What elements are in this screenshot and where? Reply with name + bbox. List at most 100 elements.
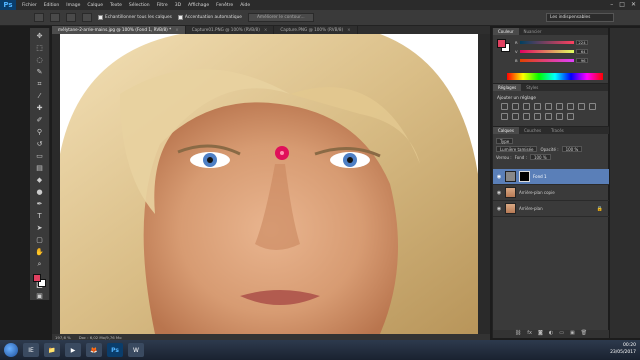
red-slider[interactable]: R 224 <box>515 39 605 45</box>
new-group-icon[interactable]: ▭ <box>559 330 564 338</box>
foreground-color-swatch[interactable] <box>497 39 506 48</box>
color-balance-icon[interactable] <box>567 103 574 110</box>
lasso-tool-icon[interactable]: ◌ <box>35 56 45 64</box>
menu-layer[interactable]: Calque <box>87 3 103 8</box>
menu-file[interactable]: Fichier <box>22 3 37 8</box>
tab-channels[interactable]: Couches <box>519 127 546 134</box>
tab-document-2[interactable]: Capture01.PNG @ 100% (RVB/8) × <box>186 26 275 34</box>
close-tab-icon[interactable]: × <box>264 27 268 32</box>
zoom-level[interactable]: 197,6 % <box>55 335 71 340</box>
posterize-icon[interactable] <box>534 113 541 120</box>
type-tool-icon[interactable]: T <box>35 212 45 220</box>
slider-track[interactable] <box>519 58 574 62</box>
minimize-icon[interactable]: – <box>610 1 613 8</box>
slider-track[interactable] <box>519 49 574 53</box>
new-adjustment-icon[interactable]: ◐ <box>549 330 553 338</box>
levels-icon[interactable] <box>512 103 519 110</box>
vibrance-icon[interactable] <box>545 103 552 110</box>
selective-color-icon[interactable] <box>567 113 574 120</box>
menu-select[interactable]: Sélection <box>129 3 150 8</box>
move-tool-icon[interactable]: ✥ <box>35 32 45 40</box>
taskbar-app-explorer[interactable]: 📁 <box>44 343 60 357</box>
canvas-area[interactable] <box>52 34 490 334</box>
layer-row[interactable]: ◉ Arrière-plan copie <box>493 185 609 201</box>
sample-all-layers-checkbox[interactable]: Echantillonner tous les calques <box>98 15 172 20</box>
path-selection-tool-icon[interactable]: ➤ <box>35 224 45 232</box>
blur-tool-icon[interactable]: ◆ <box>35 176 45 184</box>
fx-icon[interactable]: fx <box>527 330 532 338</box>
menu-edit[interactable]: Edition <box>44 3 60 8</box>
channel-value[interactable]: 96 <box>575 57 588 63</box>
exposure-icon[interactable] <box>534 103 541 110</box>
hue-saturation-icon[interactable] <box>556 103 563 110</box>
system-tray-clock[interactable]: 00:20 23/05/2017 <box>610 342 636 356</box>
eraser-tool-icon[interactable]: ▭ <box>35 152 45 160</box>
trash-icon[interactable]: 🗑 <box>581 330 587 338</box>
threshold-icon[interactable] <box>545 113 552 120</box>
curves-icon[interactable] <box>523 103 530 110</box>
add-selection-icon[interactable] <box>50 13 60 22</box>
tab-layers[interactable]: Calques <box>493 127 519 134</box>
quick-selection-tool-icon[interactable]: ✎ <box>35 68 45 76</box>
layer-kind-select[interactable]: Type <box>496 138 514 144</box>
gradient-tool-icon[interactable]: ▤ <box>35 164 45 172</box>
menu-filter[interactable]: Filtre <box>157 3 168 8</box>
channel-value[interactable]: 64 <box>575 48 588 54</box>
tab-styles[interactable]: Styles <box>521 84 543 91</box>
pen-tool-icon[interactable]: ✒ <box>35 200 45 208</box>
blue-slider[interactable]: B 96 <box>515 57 605 63</box>
menu-image[interactable]: Image <box>66 3 80 8</box>
black-white-icon[interactable] <box>578 103 585 110</box>
green-slider[interactable]: V 64 <box>515 48 605 54</box>
tab-swatches[interactable]: Nuancier <box>519 28 547 35</box>
menu-3d[interactable]: 3D <box>175 3 181 8</box>
color-spectrum[interactable] <box>507 73 603 80</box>
menu-type[interactable]: Texte <box>110 3 122 8</box>
photo-filter-icon[interactable] <box>589 103 596 110</box>
invert-icon[interactable] <box>523 113 530 120</box>
tab-paths[interactable]: Tracés <box>546 127 569 134</box>
fill-input[interactable]: 100 % <box>529 154 551 160</box>
portrait-photo[interactable] <box>60 34 478 334</box>
crop-tool-icon[interactable]: ⌗ <box>35 80 45 88</box>
foreground-color-swatch[interactable] <box>32 274 41 282</box>
gradient-map-icon[interactable] <box>556 113 563 120</box>
dodge-tool-icon[interactable]: ● <box>35 188 45 196</box>
checkbox-box[interactable] <box>98 15 103 20</box>
quick-selection-icon[interactable] <box>34 13 44 22</box>
clone-stamp-tool-icon[interactable]: ⚲ <box>35 128 45 136</box>
eye-icon[interactable]: ◉ <box>496 174 502 180</box>
zoom-tool-icon[interactable]: ⌕ <box>35 260 45 268</box>
subtract-selection-icon[interactable] <box>66 13 76 22</box>
maximize-icon[interactable]: □ <box>619 1 625 8</box>
eye-icon[interactable]: ◉ <box>496 206 502 212</box>
brightness-contrast-icon[interactable] <box>501 103 508 110</box>
marquee-tool-icon[interactable]: ⬚ <box>35 44 45 52</box>
eye-icon[interactable]: ◉ <box>496 190 502 196</box>
tab-adjustments[interactable]: Réglages <box>493 84 522 91</box>
layer-mask-thumbnail[interactable] <box>519 171 530 182</box>
color-lookup-icon[interactable] <box>512 113 519 120</box>
blend-mode-select[interactable]: Lumière tamisée <box>496 146 538 152</box>
healing-brush-tool-icon[interactable]: ✚ <box>35 104 45 112</box>
taskbar-app-word[interactable]: W <box>128 343 144 357</box>
refine-edge-button[interactable]: Améliorer le contour... <box>247 13 314 22</box>
layer-row[interactable]: ◉ Arrière-plan 🔒 <box>493 201 609 217</box>
taskbar-app-firefox[interactable]: 🦊 <box>86 343 102 357</box>
shape-tool-icon[interactable]: ▢ <box>35 236 45 244</box>
opacity-input[interactable]: 100 % <box>561 146 583 152</box>
layer-row[interactable]: ◉ Fond 1 <box>493 169 609 185</box>
new-layer-icon[interactable]: ▣ <box>570 330 575 338</box>
add-mask-icon[interactable]: ◙ <box>538 330 543 338</box>
slider-track[interactable] <box>519 40 574 44</box>
link-icon[interactable]: ⛓ <box>515 330 521 338</box>
taskbar-app-ie[interactable]: IE <box>23 343 39 357</box>
history-brush-tool-icon[interactable]: ↺ <box>35 140 45 148</box>
taskbar-app-photoshop[interactable]: Ps <box>107 343 123 357</box>
auto-enhance-checkbox[interactable]: Accentuation automatique <box>177 15 242 20</box>
brush-tool-icon[interactable]: ✐ <box>35 116 45 124</box>
eyedropper-tool-icon[interactable]: ⁄ <box>35 92 45 100</box>
close-tab-icon[interactable]: × <box>347 27 351 32</box>
menu-window[interactable]: Fenêtre <box>216 3 233 8</box>
tab-document-1[interactable]: mélytane-2-arrie-mains.jpg @ 100% (Fond … <box>52 26 186 34</box>
